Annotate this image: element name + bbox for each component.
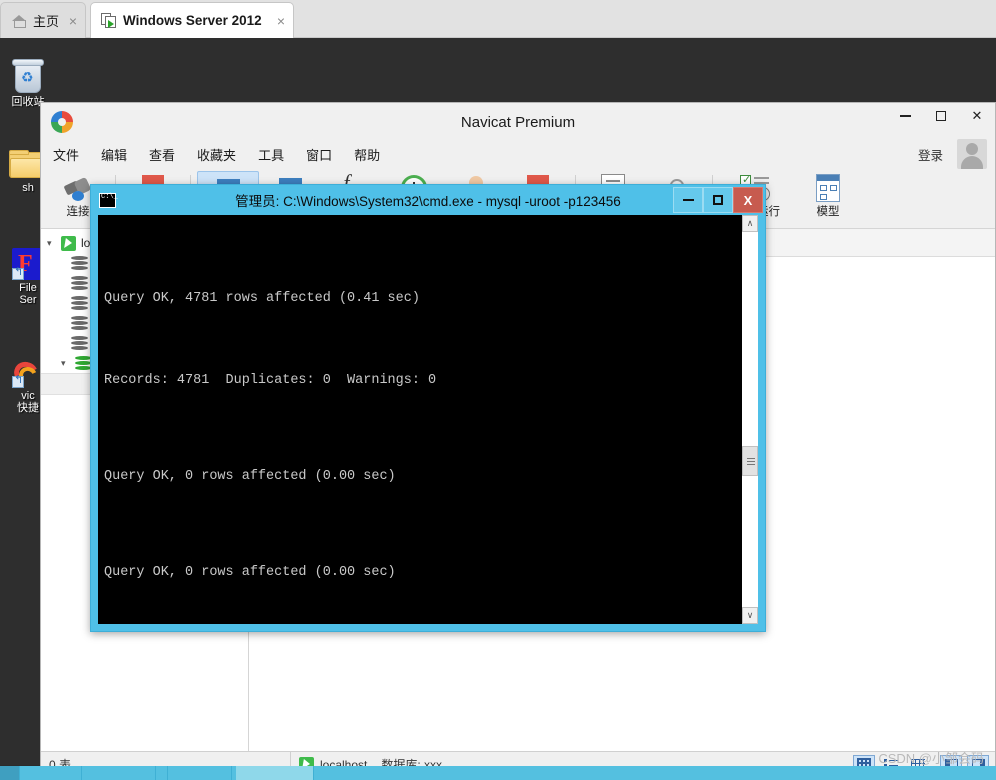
menu-item-help[interactable]: 帮助 [354,145,380,164]
remote-desktop-icon [101,12,117,29]
close-icon[interactable]: × [69,14,77,28]
home-icon [11,14,27,28]
toolbar-label: 模型 [816,206,840,218]
navicat-title-bar[interactable]: Navicat Premium ✕ [41,103,995,141]
database-grey-icon [71,296,88,310]
menu-item-favorites[interactable]: 收藏夹 [197,145,236,164]
mysql-connection-icon [61,235,76,251]
cmd-line: Records: 4781 Duplicates: 0 Warnings: 0 [104,373,437,388]
maximize-button[interactable] [703,187,733,213]
taskbar-item[interactable] [0,766,20,780]
navicat-menu-bar: 文件 编辑 查看 收藏夹 工具 窗口 帮助 登录 [41,139,995,169]
cmd-console-area[interactable]: Query OK, 4781 rows affected (0.41 sec) … [98,215,758,624]
scrollbar-thumb[interactable] [742,445,758,476]
cmd-scrollbar[interactable]: ∧ ∨ [741,215,758,624]
command-prompt-window: 管理员: C:\Windows\System32\cmd.exe - mysql… [90,184,766,632]
login-link[interactable]: 登录 [918,145,943,164]
navicat-window-title: Navicat Premium [460,113,576,131]
remote-desktop-surface: ♻ 回收站 sh F File Ser vic 快捷 [0,38,996,778]
cmd-line: Query OK, 4781 rows affected (0.41 sec) [104,291,420,306]
database-grey-icon [71,316,88,330]
database-grey-icon [71,336,88,350]
cmd-window-title: 管理员: C:\Windows\System32\cmd.exe - mysql… [235,194,621,209]
taskbar-item[interactable] [86,766,156,780]
chevron-down-icon[interactable]: ▾ [47,238,56,249]
taskbar [0,766,996,780]
shortcut-arrow-icon [12,376,24,388]
database-grey-icon [71,276,88,290]
browser-tab-label: Windows Server 2012 [123,13,262,28]
menu-item-view[interactable]: 查看 [149,145,175,164]
desktop-icon-recycle-bin[interactable]: ♻ 回收站 [0,58,56,108]
toolbar-model-button[interactable]: 模型 [795,171,861,219]
scroll-down-button[interactable]: ∨ [742,607,758,624]
close-button[interactable]: X [733,187,763,213]
scrollbar-track[interactable] [742,232,758,607]
menu-item-window[interactable]: 窗口 [306,145,332,164]
cmd-line: Query OK, 0 rows affected (0.00 sec) [104,565,396,580]
model-icon [795,171,861,205]
taskbar-item[interactable] [22,766,82,780]
browser-tab-home[interactable]: 主页 × [0,2,86,38]
recycle-bin-icon: ♻ [11,58,45,94]
database-grey-icon [71,256,88,270]
cmd-title-bar[interactable]: 管理员: C:\Windows\System32\cmd.exe - mysql… [91,185,765,215]
taskbar-item[interactable] [160,766,168,780]
taskbar-item[interactable] [236,766,314,780]
taskbar-item[interactable] [172,766,232,780]
close-icon[interactable]: × [277,14,285,28]
menu-item-tools[interactable]: 工具 [258,145,284,164]
chevron-down-icon[interactable]: ▾ [61,358,70,369]
shortcut-arrow-icon [12,268,24,280]
scroll-up-button[interactable]: ∧ [742,215,758,232]
cmd-line: Query OK, 0 rows affected (0.00 sec) [104,469,396,484]
avatar[interactable] [957,139,987,169]
minimize-button[interactable] [673,187,703,213]
cmd-output-text: Query OK, 4781 rows affected (0.41 sec) … [98,215,741,624]
cmd-window-controls: X [673,187,763,213]
watermark: CSDN @小邹会码 [878,751,984,766]
menu-item-edit[interactable]: 编辑 [101,145,127,164]
browser-tab-strip: 主页 × Windows Server 2012 × [0,0,996,38]
screen: 主页 × Windows Server 2012 × ♻ 回收站 sh F ↱ … [0,0,996,780]
browser-tab-label: 主页 [33,14,60,29]
browser-tab-windows-server-2012[interactable]: Windows Server 2012 × [90,2,294,38]
menu-item-file[interactable]: 文件 [53,145,79,164]
